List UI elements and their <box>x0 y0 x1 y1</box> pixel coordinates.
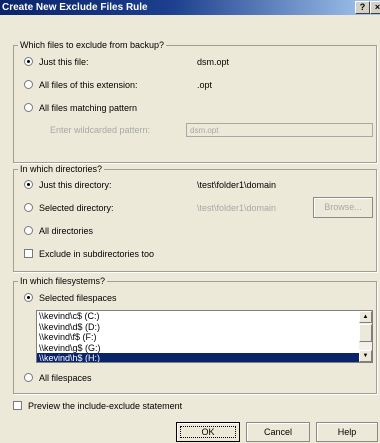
scroll-down-icon[interactable]: ▼ <box>359 350 372 362</box>
preview-label: Preview the include-exclude statement <box>28 401 183 411</box>
help-icon[interactable]: ? <box>355 1 370 14</box>
close-icon[interactable]: × <box>370 1 380 14</box>
radio-button-checked[interactable] <box>24 57 33 66</box>
ok-button-label: OK <box>201 427 215 437</box>
radio-button[interactable] <box>24 203 33 212</box>
extension-label: All files of this extension: <box>39 80 138 90</box>
cancel-button[interactable]: Cancel <box>246 422 310 442</box>
radio-button[interactable] <box>24 373 33 382</box>
list-item-selected[interactable]: \\kevind\h$ (H:) <box>37 353 372 362</box>
checkbox[interactable] <box>13 401 22 410</box>
radio-button[interactable] <box>24 103 33 112</box>
help-button[interactable]: Help <box>316 422 378 442</box>
scroll-thumb[interactable] <box>359 324 372 342</box>
list-item[interactable]: \\kevind\g$ (G:) <box>37 343 372 354</box>
browse-button[interactable]: Browse... <box>313 197 373 218</box>
radio-button-checked[interactable] <box>24 180 33 189</box>
just-this-file-label: Just this file: <box>39 57 89 67</box>
window-title: Create New Exclude Files Rule <box>2 2 148 13</box>
list-item[interactable]: \\kevind\d$ (D:) <box>37 322 372 333</box>
selected-dir-label: Selected directory: <box>39 203 114 213</box>
list-item[interactable]: \\kevind\c$ (C:) <box>37 311 372 322</box>
radio-button[interactable] <box>24 80 33 89</box>
directories-group-legend: In which directories? <box>20 164 103 174</box>
dialog-body: Which files to exclude from backup? Just… <box>0 15 380 443</box>
radio-button-checked[interactable] <box>24 293 33 302</box>
subdirs-label: Exclude in subdirectories too <box>39 249 155 259</box>
selected-dir-value: \test\folder1\domain <box>197 203 277 213</box>
title-bar: Create New Exclude Files Rule ? × <box>0 0 380 15</box>
all-dirs-label: All directories <box>39 226 94 236</box>
files-group-legend: Which files to exclude from backup? <box>20 40 165 50</box>
scroll-up-icon[interactable]: ▲ <box>359 311 372 323</box>
extension-value: .opt <box>197 80 213 90</box>
checkbox[interactable] <box>24 249 33 258</box>
filespace-listbox[interactable]: \\kevind\c$ (C:) \\kevind\d$ (D:) \\kevi… <box>36 310 373 363</box>
wildcard-pattern-input[interactable]: dsm.opt <box>186 123 373 137</box>
ok-button[interactable]: OK <box>176 422 240 442</box>
all-fs-label: All filespaces <box>39 373 92 383</box>
radio-button[interactable] <box>24 226 33 235</box>
just-this-dir-label: Just this directory: <box>39 180 112 190</box>
just-this-file-value: dsm.opt <box>197 57 230 67</box>
wildcard-label: Enter wildcarded pattern: <box>50 125 151 135</box>
pattern-label: All files matching pattern <box>39 103 138 113</box>
selected-fs-label: Selected filespaces <box>39 293 117 303</box>
listbox-scrollbar[interactable]: ▲ ▼ <box>359 311 372 362</box>
filesystems-group-legend: In which filesystems? <box>20 276 106 286</box>
list-item[interactable]: \\kevind\f$ (F:) <box>37 332 372 343</box>
just-this-dir-value: \test\folder1\domain <box>197 180 277 190</box>
